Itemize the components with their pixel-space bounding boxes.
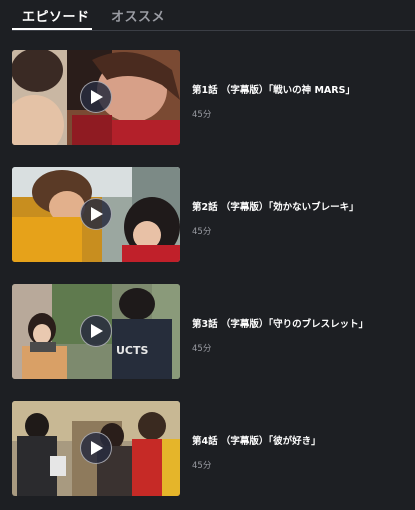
episode-duration: 45分 [192,461,212,471]
play-button[interactable] [80,198,112,230]
play-button[interactable] [80,315,112,347]
episode-duration: 45分 [192,227,212,237]
episode-item-1[interactable]: 第1話 （字幕版）「戦いの神 MARS」 45分 [12,50,407,145]
play-button[interactable] [80,432,112,464]
episode-title[interactable]: 第3話 （字幕版）「守りのブレスレット」 [192,316,368,330]
play-icon [91,90,103,104]
episode-title[interactable]: 第1話 （字幕版）「戦いの神 MARS」 [192,82,355,96]
svg-text:UCTS: UCTS [116,344,149,357]
play-icon [91,441,103,455]
play-button[interactable] [80,81,112,113]
episode-item-2[interactable]: 第2話 （字幕版）「効かないブレーキ」 45分 [12,167,407,262]
episode-thumbnail[interactable]: UCTS [12,284,180,379]
play-icon [91,324,103,338]
tab-divider [12,30,415,31]
episode-thumbnail[interactable] [12,401,180,496]
episode-thumbnail[interactable] [12,50,180,145]
episode-title[interactable]: 第4話 （字幕版）「彼が好き」 [192,433,321,447]
tab-bar: エピソード オススメ [0,0,415,30]
episode-duration: 45分 [192,344,212,354]
episode-duration: 45分 [192,110,212,120]
tab-episodes[interactable]: エピソード [22,6,90,25]
episode-item-4[interactable]: 第4話 （字幕版）「彼が好き」 45分 [12,401,407,496]
episode-thumbnail[interactable] [12,167,180,262]
episode-title[interactable]: 第2話 （字幕版）「効かないブレーキ」 [192,199,359,213]
tab-recommended[interactable]: オススメ [111,6,165,25]
episode-item-3[interactable]: UCTS 第3話 （字幕版）「守りのブレスレット」 45分 [12,284,407,379]
play-icon [91,207,103,221]
